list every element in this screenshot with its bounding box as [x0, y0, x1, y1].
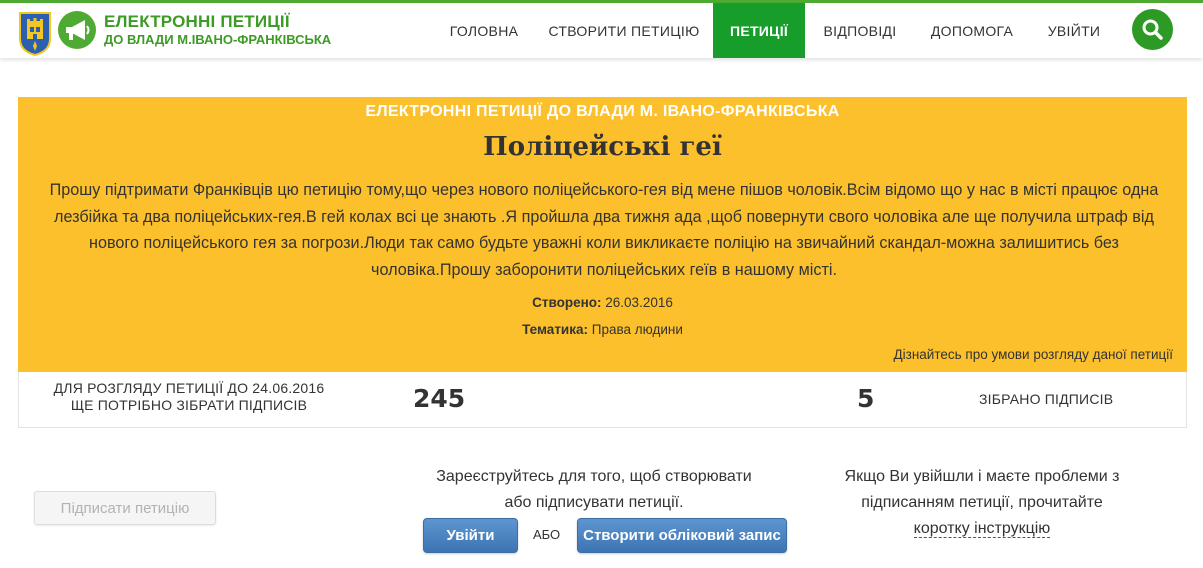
- created-date: 26.03.2016: [605, 295, 673, 310]
- needed-signatures-count: 245: [413, 384, 466, 413]
- help-notice: Якщо Ви увійшли і маєте проблеми з підпи…: [832, 464, 1132, 542]
- register-prompt: Зареєструйтесь для того, щоб створювати …: [412, 464, 776, 516]
- site-brand[interactable]: ЕЛЕКТРОННІ ПЕТИЦІЇ ДО ВЛАДИ М.ІВАНО-ФРАН…: [104, 12, 331, 48]
- create-account-button[interactable]: Створити обліковий запис: [577, 518, 787, 553]
- signature-counts: ДЛЯ РОЗГЛЯДУ ПЕТИЦІЇ ДО 24.06.2016 ЩЕ ПО…: [18, 372, 1187, 428]
- petition-text: Прошу підтримати Франківців цю петицію т…: [49, 181, 1159, 279]
- topic-label: Тематика:: [522, 322, 588, 337]
- conditions-link[interactable]: Дізнайтесь про умови розгляду даної пети…: [893, 347, 1173, 362]
- brand-line1: ЕЛЕКТРОННІ ПЕТИЦІЇ: [104, 12, 290, 31]
- nav-answers[interactable]: ВІДПОВІДІ: [805, 3, 915, 58]
- nav-help[interactable]: ДОПОМОГА: [915, 3, 1029, 58]
- or-label: АБО: [533, 527, 561, 542]
- register-line2: або підписувати петиції.: [504, 494, 684, 511]
- search-button[interactable]: [1132, 9, 1173, 50]
- needed-signatures-label: ДЛЯ РОЗГЛЯДУ ПЕТИЦІЇ ДО 24.06.2016 ЩЕ ПО…: [49, 380, 329, 414]
- nav-home[interactable]: ГОЛОВНА: [433, 3, 535, 58]
- brand-line2: ДО ВЛАДИ М.ІВАНО-ФРАНКІВСЬКА: [104, 32, 332, 47]
- login-button[interactable]: Увійти: [423, 518, 518, 553]
- megaphone-icon[interactable]: [58, 11, 96, 49]
- search-icon: [1142, 19, 1163, 40]
- sign-petition-button[interactable]: Підписати петицію: [34, 491, 216, 525]
- petition-panel-header: ЕЛЕКТРОННІ ПЕТИЦІЇ ДО ВЛАДИ М. ІВАНО-ФРА…: [365, 103, 840, 120]
- petition-title: Поліцейські геї: [483, 132, 722, 162]
- collected-signatures-label: ЗІБРАНО ПІДПИСІВ: [979, 391, 1114, 407]
- help-line2: підписанням петиції, прочитайте: [861, 494, 1103, 511]
- nav-petitions[interactable]: ПЕТИЦІЇ: [713, 3, 805, 58]
- created-label: Створено:: [532, 295, 602, 310]
- register-line1: Зареєструйтесь для того, щоб створювати: [436, 468, 752, 485]
- nav-login[interactable]: УВІЙТИ: [1029, 3, 1119, 58]
- topic-value: Права людини: [591, 322, 683, 337]
- needed-label-line2: ЩЕ ПОТРІБНО ЗІБРАТИ ПІДПИСІВ: [70, 397, 308, 413]
- help-line1: Якщо Ви увійшли і маєте проблеми з: [844, 468, 1120, 485]
- petition-created: Створено: 26.03.2016: [18, 295, 1187, 310]
- instruction-link[interactable]: коротку інструкцію: [913, 520, 1051, 538]
- city-crest-icon[interactable]: [18, 11, 52, 57]
- collected-signatures-count: 5: [857, 384, 875, 413]
- petition-panel: ЕЛЕКТРОННІ ПЕТИЦІЇ ДО ВЛАДИ М. ІВАНО-ФРА…: [18, 97, 1187, 372]
- nav-create-petition[interactable]: СТВОРИТИ ПЕТИЦІЮ: [535, 3, 713, 58]
- petition-topic: Тематика: Права людини: [18, 322, 1187, 337]
- needed-label-line1: ДЛЯ РОЗГЛЯДУ ПЕТИЦІЇ ДО 24.06.2016: [53, 380, 325, 396]
- site-header: ЕЛЕКТРОННІ ПЕТИЦІЇ ДО ВЛАДИ М.ІВАНО-ФРАН…: [0, 3, 1203, 58]
